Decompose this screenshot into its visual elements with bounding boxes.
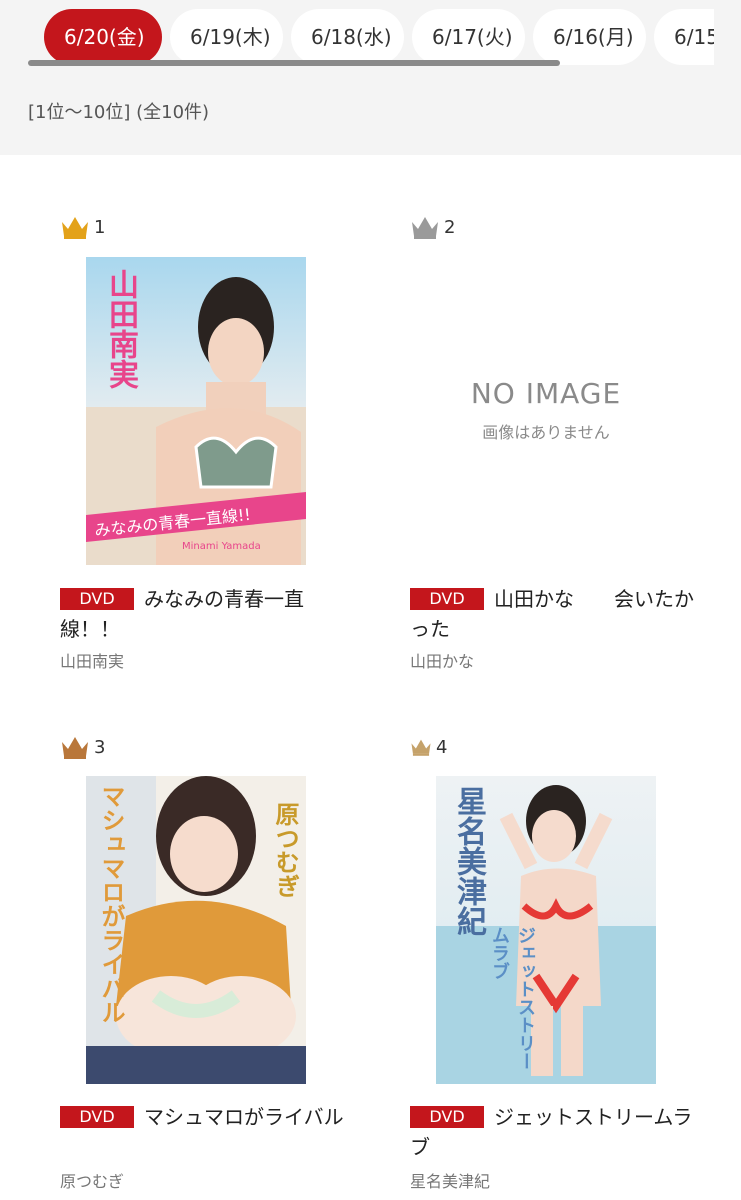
tab-label: 6/18(水) — [311, 25, 392, 49]
product-cover-image[interactable]: マシュマロがライバル 原つむぎ — [86, 776, 306, 1084]
bronze-crown-icon — [62, 737, 88, 759]
artist-name[interactable]: 星名美津紀 — [410, 1168, 490, 1192]
gold-crown-icon — [62, 217, 88, 239]
rank-label: 3 — [60, 732, 105, 762]
format-badge: DVD — [410, 1106, 484, 1128]
rank-label: 2 — [410, 212, 455, 242]
product-cover-image[interactable]: 星名美津紀 ジェットストリームラブ — [436, 776, 656, 1084]
tab-label: 6/19(木) — [190, 25, 271, 49]
artist-name[interactable]: 山田南実 — [60, 648, 124, 672]
tab-date-0615[interactable]: 6/15 — [654, 9, 714, 65]
format-badge: DVD — [410, 588, 484, 610]
cover-vertical-title: 星名美津紀 — [451, 786, 486, 936]
ranking-item-2[interactable]: 2 NO IMAGE 画像はありません DVD 山田かな 会いたかった 山田かな — [410, 212, 710, 682]
product-title[interactable]: DVD ジェットストリームラブ — [410, 1102, 700, 1162]
format-badge: DVD — [60, 1106, 134, 1128]
rank-number: 4 — [436, 736, 448, 758]
cover-vertical-title: 原つむぎ — [271, 802, 299, 898]
product-title[interactable]: DVD 山田かな 会いたかった — [410, 584, 700, 644]
rank-label: 1 — [60, 212, 105, 242]
no-image-placeholder[interactable]: NO IMAGE 画像はありません — [436, 257, 656, 565]
cover-subtitle: Minami Yamada — [182, 541, 261, 552]
rank-label: 4 — [410, 732, 447, 762]
artist-name[interactable]: 原つむぎ — [60, 1168, 124, 1192]
cover-banner-text: ジェットストリームラブ — [489, 926, 536, 1070]
ranking-item-3[interactable]: 3 マシュマロがライバル 原つむぎ DVD マシュマロがライバル 原つむぎ — [60, 732, 360, 1200]
tab-label: 6/17(火) — [432, 25, 513, 49]
ranking-item-4[interactable]: 4 星名美津紀 ジェットストリームラブ DVD ジェットストリームラブ 星名美津紀 — [410, 732, 710, 1200]
cover-vertical-title: 山田南実 — [103, 269, 138, 389]
tabs-scrollbar[interactable] — [28, 60, 560, 66]
small-crown-icon — [411, 739, 431, 756]
rank-number: 3 — [94, 736, 106, 758]
product-title[interactable]: DVD みなみの青春一直線！！ — [60, 584, 350, 644]
tab-date-0616[interactable]: 6/16(月) — [533, 9, 646, 65]
tab-date-0620[interactable]: 6/20(金) — [44, 9, 162, 65]
tab-date-0619[interactable]: 6/19(木) — [170, 9, 283, 65]
rank-number: 1 — [94, 216, 106, 238]
no-image-subtitle: 画像はありません — [482, 423, 610, 442]
result-range-text: [1位〜10位] (全10件) — [28, 102, 210, 123]
tab-label: 6/16(月) — [553, 25, 634, 49]
format-badge: DVD — [60, 588, 134, 610]
silver-crown-icon — [412, 217, 438, 239]
tab-label: 6/20(金) — [64, 25, 145, 49]
product-title-text: マシュマロがライバル — [144, 1105, 344, 1129]
artist-name[interactable]: 山田かな — [410, 648, 474, 672]
product-cover-image[interactable]: 山田南実 みなみの青春一直線!! Minami Yamada — [86, 257, 306, 565]
product-title[interactable]: DVD マシュマロがライバル — [60, 1102, 350, 1132]
cover-banner-text: マシュマロがライバル — [97, 784, 125, 1024]
date-tabs: 6/20(金) 6/19(木) 6/18(水) 6/17(火) 6/16(月) … — [44, 9, 714, 67]
date-tab-bar-area: 6/20(金) 6/19(木) 6/18(水) 6/17(火) 6/16(月) … — [0, 0, 741, 155]
tab-label: 6/15 — [674, 25, 714, 49]
tab-date-0618[interactable]: 6/18(水) — [291, 9, 404, 65]
rank-number: 2 — [444, 216, 456, 238]
tab-date-0617[interactable]: 6/17(火) — [412, 9, 525, 65]
ranking-item-1[interactable]: 1 山田南実 みなみの青春一直線!! Minami Yamada DVD みなみの… — [60, 212, 360, 682]
no-image-title: NO IMAGE — [470, 377, 622, 410]
